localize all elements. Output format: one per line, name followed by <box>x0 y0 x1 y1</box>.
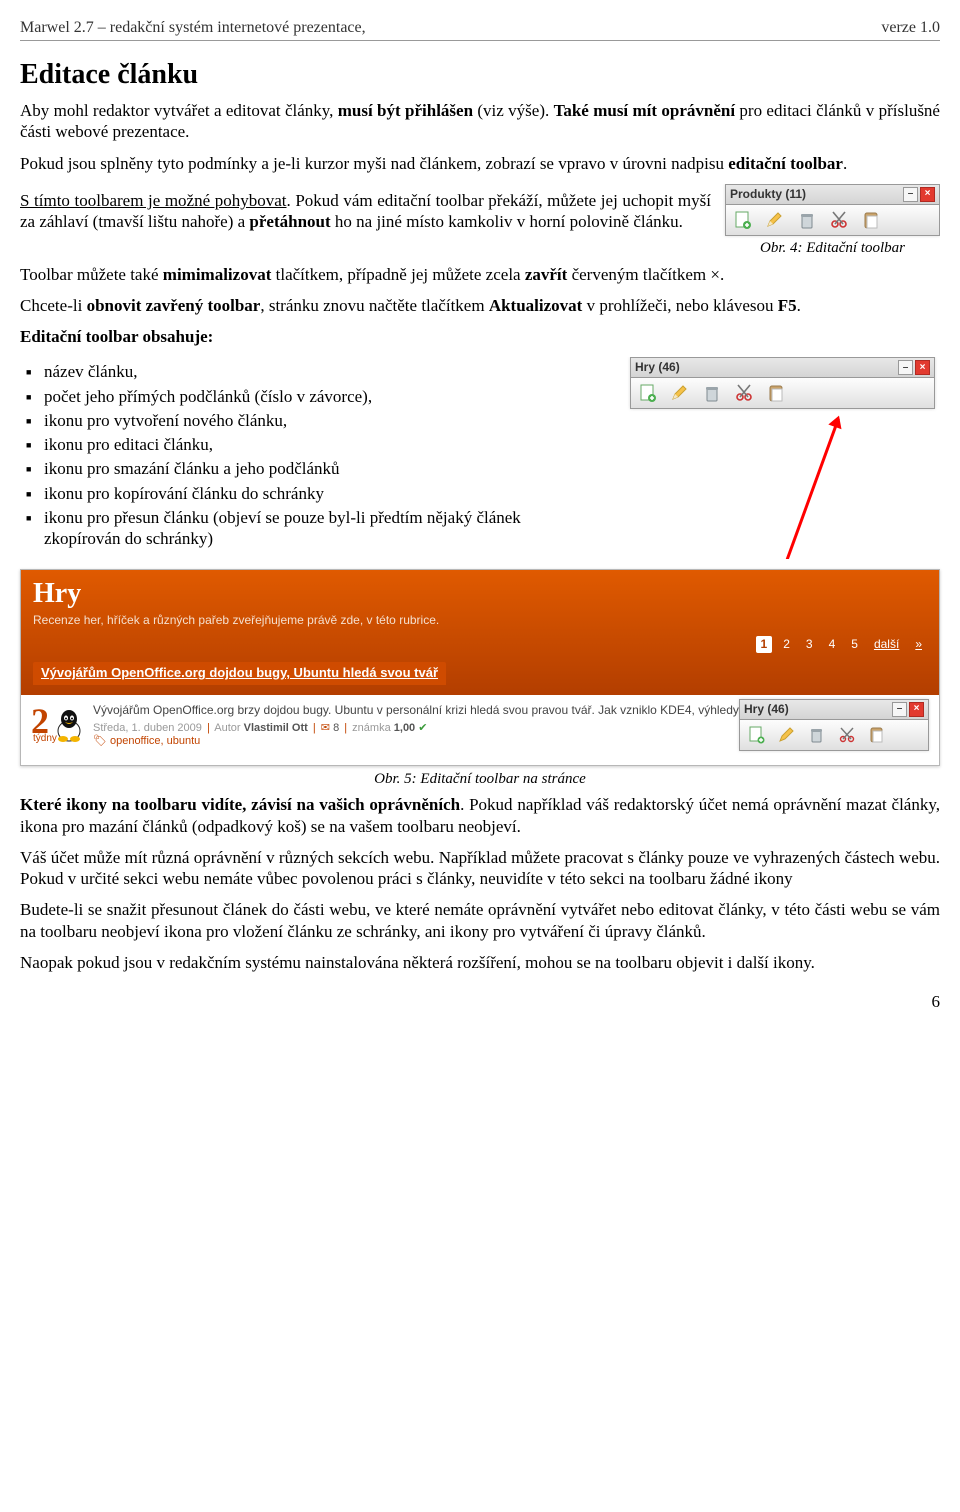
trash-icon[interactable] <box>806 724 828 746</box>
figure-caption-4: Obr. 4: Editační toolbar <box>725 239 940 258</box>
para-8: Budete-li se snažit přesunout článek do … <box>20 899 940 942</box>
close-icon[interactable]: × <box>920 187 935 202</box>
scissors-icon[interactable] <box>836 724 858 746</box>
tux-badge: 2 týdny <box>31 703 83 755</box>
minimize-icon[interactable]: – <box>898 360 913 375</box>
toolbar-title: Hry (46) <box>635 360 680 375</box>
trash-icon[interactable] <box>701 382 723 404</box>
minimize-icon[interactable]: – <box>892 702 907 717</box>
scissors-icon[interactable] <box>828 209 850 231</box>
toolbar-titlebar[interactable]: Produkty (11) – × <box>725 184 940 205</box>
pager-page[interactable]: 2 <box>778 636 795 653</box>
list-item: název článku, <box>44 361 564 382</box>
screenshot-hry: Hry Recenze her, hříček a různých pařeb … <box>20 569 940 765</box>
header-left: Marwel 2.7 – redakční systém internetové… <box>20 18 366 38</box>
para-4: Toolbar můžete také mimimalizovat tlačít… <box>20 264 940 285</box>
para-5: Chcete-li obnovit zavřený toolbar, strán… <box>20 295 940 316</box>
new-article-icon[interactable] <box>746 724 768 746</box>
minimize-icon[interactable]: – <box>903 187 918 202</box>
pager-page[interactable]: 3 <box>801 636 818 653</box>
pager-last[interactable]: » <box>910 636 927 653</box>
list-item: ikonu pro smazání článku a jeho podčlánk… <box>44 458 564 479</box>
comments-icon: ✉ <box>321 722 330 734</box>
page-header: Marwel 2.7 – redakční systém internetové… <box>20 18 940 41</box>
clipboard-icon[interactable] <box>765 382 787 404</box>
new-article-icon[interactable] <box>732 209 754 231</box>
para-9: Naopak pokud jsou v redakčním systému na… <box>20 952 940 973</box>
toolbar-produkty[interactable]: Produkty (11) – × <box>725 184 940 236</box>
para-7: Váš účet může mít různá oprávnění v různ… <box>20 847 940 890</box>
para-1: Aby mohl redaktor vytvářet a editovat čl… <box>20 100 940 143</box>
toolbar-titlebar[interactable]: Hry (46) – × <box>630 357 935 378</box>
pager: 1 2 3 4 5 další » <box>33 636 927 653</box>
pencil-icon[interactable] <box>764 209 786 231</box>
new-article-icon[interactable] <box>637 382 659 404</box>
close-icon[interactable]: × <box>909 702 924 717</box>
trash-icon[interactable] <box>796 209 818 231</box>
toolbar-contents-list: název článku, počet jeho přímých podčlán… <box>20 361 564 549</box>
editor-toolbar-contains: Editační toolbar obsahuje: <box>20 326 940 347</box>
article-title[interactable]: Vývojářům OpenOffice.org dojdou bugy, Ub… <box>33 662 446 684</box>
figure-caption-5: Obr. 5: Editační toolbar na stránce <box>20 770 940 789</box>
clipboard-icon[interactable] <box>860 209 882 231</box>
header-right: verze 1.0 <box>881 18 940 38</box>
list-item: ikonu pro editaci článku, <box>44 434 564 455</box>
pager-page[interactable]: 5 <box>846 636 863 653</box>
toolbar-title: Hry (46) <box>744 702 789 717</box>
list-item: počet jeho přímých podčlánků (číslo v zá… <box>44 386 564 407</box>
pencil-icon[interactable] <box>776 724 798 746</box>
tag-icon: 🏷 <box>93 735 107 747</box>
pencil-icon[interactable] <box>669 382 691 404</box>
pager-page[interactable]: 1 <box>756 636 773 653</box>
list-item: ikonu pro přesun článku (objeví se pouze… <box>44 507 564 550</box>
arrow-icon <box>760 418 840 559</box>
para-6: Které ikony na toolbaru vidíte, závisí n… <box>20 794 940 837</box>
clipboard-icon[interactable] <box>866 724 888 746</box>
section-title: Hry <box>33 576 927 611</box>
toolbar-hry-inner[interactable]: Hry (46) – × <box>739 699 929 751</box>
section-subtitle: Recenze her, hříček a různých pařeb zveř… <box>33 613 927 628</box>
toolbar-title: Produkty (11) <box>730 187 806 202</box>
pager-next[interactable]: další <box>869 636 904 653</box>
page-title: Editace článku <box>20 57 940 92</box>
check-icon: ✔ <box>418 722 427 734</box>
list-item: ikonu pro vytvoření nového článku, <box>44 410 564 431</box>
toolbar-hry[interactable]: Hry (46) – × <box>630 357 935 409</box>
toolbar-titlebar[interactable]: Hry (46) – × <box>739 699 929 720</box>
tux-icon <box>55 709 83 743</box>
list-item: ikonu pro kopírování článku do schránky <box>44 483 564 504</box>
para-2: Pokud jsou splněny tyto podmínky a je-li… <box>20 153 940 174</box>
page-number: 6 <box>20 991 940 1012</box>
badge-label: týdny <box>33 733 57 746</box>
pager-page[interactable]: 4 <box>824 636 841 653</box>
scissors-icon[interactable] <box>733 382 755 404</box>
close-icon[interactable]: × <box>915 360 930 375</box>
